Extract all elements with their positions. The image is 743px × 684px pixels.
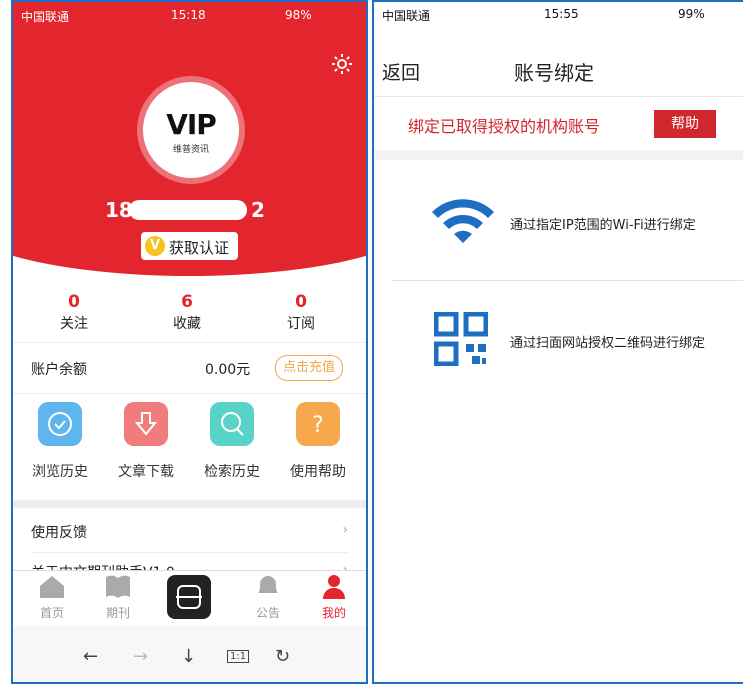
gear-icon[interactable] [330, 52, 354, 76]
vip-logo: VIP [166, 108, 217, 141]
tab-label: 首页 [39, 606, 64, 620]
option-qr-binding[interactable]: 通过扫面网站授权二维码进行绑定 [374, 284, 743, 394]
vip-logo-subtitle: 维普资讯 [172, 145, 209, 155]
account-balance-row: 账户余额 0.00元 点击充值 [13, 342, 366, 394]
reload-icon[interactable]: ↻ [275, 646, 290, 667]
tab-label: 期刊 [105, 606, 130, 620]
carrier-label: 中国联通 [382, 9, 431, 23]
qr-code-icon [434, 312, 488, 366]
chevron-right-icon: › [342, 522, 348, 538]
back-arrow-icon[interactable]: ← [83, 646, 98, 667]
status-bar: 中国联通 15:18 98% [13, 2, 366, 28]
page-title: 账号绑定 [514, 61, 594, 85]
stat-count: 0 [295, 292, 307, 312]
row-label: 使用反馈 [31, 525, 87, 541]
option-separator [392, 280, 743, 281]
balance-label: 账户余额 [31, 362, 87, 378]
tab-label: 公告 [255, 606, 280, 620]
carrier-label: 中国联通 [21, 10, 70, 24]
status-bar: 中国联通 15:55 99% [374, 2, 743, 26]
tab-home[interactable]: 首页 [27, 571, 77, 621]
status-time: 15:55 [544, 7, 579, 21]
tool-browse-history[interactable]: 浏览历史 [20, 402, 100, 481]
stat-count: 0 [68, 292, 80, 312]
phone-mask [129, 200, 247, 220]
zoom-button[interactable]: 1:1 [227, 650, 250, 663]
tool-label: 文章下载 [118, 464, 174, 480]
binding-notice: 绑定已取得授权的机构账号 帮助 [374, 96, 743, 148]
avatar[interactable]: VIP 维普资讯 [143, 82, 239, 178]
nav-bar: 返回 账号绑定 [374, 44, 743, 97]
tool-search-history[interactable]: 检索历史 [192, 402, 272, 481]
tool-article-download[interactable]: 文章下载 [106, 402, 186, 481]
verified-badge-icon: V [145, 236, 165, 256]
section-divider [13, 500, 366, 508]
status-time: 15:18 [171, 8, 206, 22]
balance-amount: 0.00元 [205, 362, 251, 378]
recharge-button[interactable]: 点击充值 [275, 355, 343, 381]
svg-text:?: ? [312, 413, 324, 438]
scan-icon [176, 585, 202, 609]
wifi-icon [432, 199, 494, 243]
feedback-row[interactable]: 使用反馈 › [31, 522, 348, 542]
back-button[interactable]: 返回 [382, 58, 420, 85]
battery-percent: 99% [678, 7, 705, 21]
left-screen: 中国联通 15:18 98% VIP 维普资讯 18 2 V 获取认证 0 关注… [11, 0, 368, 684]
book-icon [106, 575, 130, 598]
stat-label: 订阅 [287, 316, 315, 332]
scan-button[interactable] [167, 575, 211, 619]
option-label: 通过扫面网站授权二维码进行绑定 [510, 336, 706, 351]
get-certification-button[interactable]: V 获取认证 [141, 232, 238, 260]
right-screen: 中国联通 15:55 99% 返回 账号绑定 绑定已取得授权的机构账号 帮助 通… [372, 0, 743, 684]
tab-mine[interactable]: 我的 [309, 571, 359, 621]
stat-label: 关注 [60, 316, 88, 332]
phone-number: 18 2 [105, 198, 277, 222]
download-icon [124, 402, 168, 446]
stat-follow[interactable]: 0 关注 [34, 292, 114, 333]
stat-count: 6 [181, 292, 193, 312]
battery-percent: 98% [285, 8, 312, 22]
bell-icon [258, 576, 278, 593]
download-arrow-icon[interactable]: ↓ [181, 646, 196, 667]
cert-label: 获取认证 [169, 239, 230, 257]
user-icon [323, 575, 345, 599]
tool-label: 使用帮助 [290, 464, 346, 480]
phone-suffix: 2 [251, 198, 265, 222]
tab-announcements[interactable]: 公告 [243, 571, 293, 621]
stat-subscriptions[interactable]: 0 订阅 [261, 292, 341, 333]
option-label: 通过指定IP范围的Wi-Fi进行绑定 [510, 218, 696, 233]
help-button[interactable]: 帮助 [654, 110, 716, 138]
tab-journals[interactable]: 期刊 [93, 571, 143, 621]
stat-label: 收藏 [173, 316, 201, 332]
section-divider [374, 150, 743, 160]
option-wifi-binding[interactable]: 通过指定IP范围的Wi-Fi进行绑定 [374, 170, 743, 280]
tool-label: 检索历史 [204, 464, 260, 480]
tool-label: 浏览历史 [32, 464, 88, 480]
search-icon [210, 402, 254, 446]
browser-toolbar: ← → ↓ 1:1 ↻ [13, 626, 366, 682]
home-icon [40, 576, 64, 598]
question-icon: ? [296, 402, 340, 446]
stat-favorites[interactable]: 6 收藏 [147, 292, 227, 333]
stats-row: 0 关注 6 收藏 0 订阅 [13, 292, 366, 336]
row-separator [31, 552, 348, 553]
notice-text: 绑定已取得授权的机构账号 [408, 117, 601, 136]
tab-label: 我的 [321, 606, 346, 620]
clock-icon [38, 402, 82, 446]
forward-arrow-icon[interactable]: → [133, 646, 148, 667]
tools-grid: 浏览历史 文章下载 检索历史 ? 使用帮助 [13, 402, 366, 498]
tab-bar: 首页 期刊 公告 我的 [13, 570, 366, 627]
tool-help[interactable]: ? 使用帮助 [278, 402, 358, 481]
